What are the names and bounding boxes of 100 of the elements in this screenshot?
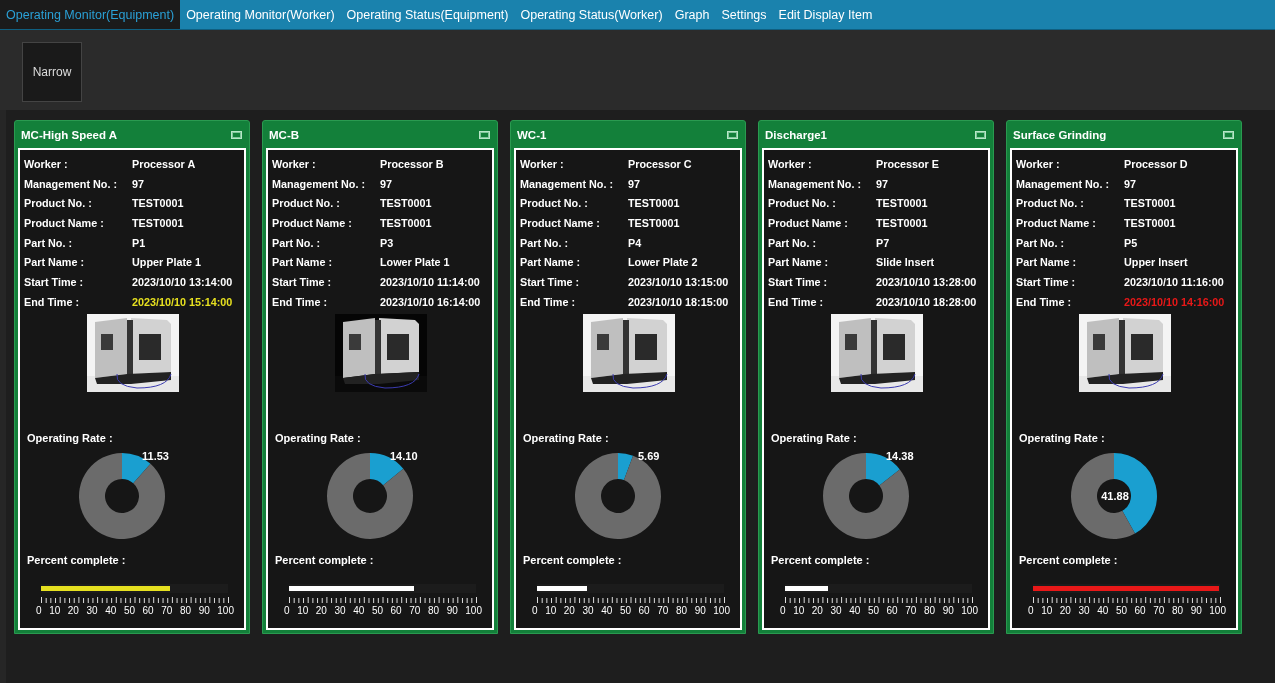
field-value: 2023/10/10 13:14:00 <box>132 275 233 288</box>
window-icon[interactable] <box>1223 130 1234 139</box>
data-label: 11.53 <box>141 449 169 462</box>
field-label: Management No. : <box>520 177 614 190</box>
scale-label: 20 <box>563 604 575 616</box>
field-label: Product No. : <box>24 197 93 210</box>
scale-label: 10 <box>793 604 805 616</box>
field-value: Processor A <box>132 157 196 170</box>
narrow-button[interactable]: Narrow <box>22 42 82 102</box>
field-value: 2023/10/10 15:14:00 <box>132 295 233 308</box>
scale-label: 50 <box>123 604 135 616</box>
section-label: Operating Rate : <box>523 431 610 444</box>
scale-label: 40 <box>601 604 613 616</box>
field-value: TEST0001 <box>1124 216 1176 229</box>
field-label: Part Name : <box>1016 256 1077 269</box>
scale-label: 70 <box>1153 604 1165 616</box>
field-value: TEST0001 <box>380 216 432 229</box>
data-label: 5.69 <box>637 449 659 462</box>
field-label: Product Name : <box>24 216 105 229</box>
scale-label: 80 <box>1171 604 1184 616</box>
scale-label: 100 <box>713 604 730 616</box>
tab[interactable]: Graph <box>668 0 716 29</box>
tab[interactable]: Operating Status(Worker) <box>514 0 669 29</box>
scale-label: 40 <box>353 604 365 616</box>
field-label: Part No. : <box>520 236 569 249</box>
field-value: TEST0001 <box>132 197 184 210</box>
section-label: Percent complete : <box>275 553 375 566</box>
section-label: Percent complete : <box>523 553 623 566</box>
scale-label: 0 <box>36 604 42 616</box>
field-label: Management No. : <box>24 177 118 190</box>
field-label: Start Time : <box>24 275 85 288</box>
field-value: 2023/10/10 13:28:00 <box>876 275 977 288</box>
field-value: 2023/10/10 13:15:00 <box>628 275 729 288</box>
tab[interactable]: Operating Monitor(Worker) <box>180 0 341 29</box>
scale-label: 30 <box>830 604 842 616</box>
window-icon[interactable] <box>727 130 738 139</box>
scale-label: 50 <box>1115 604 1127 616</box>
field-value: TEST0001 <box>132 216 184 229</box>
section-label: Percent complete : <box>1019 553 1119 566</box>
field-value: 2023/10/10 11:14:00 <box>380 275 480 288</box>
scale-label: 60 <box>886 604 898 616</box>
scale-label: 40 <box>105 604 117 616</box>
scale-label: 70 <box>657 604 669 616</box>
scale-label: 30 <box>334 604 346 616</box>
field-label: Part No. : <box>272 236 321 249</box>
section-label: Operating Rate : <box>27 431 114 444</box>
scale-label: 90 <box>694 604 706 616</box>
field-label: Start Time : <box>520 275 581 288</box>
field-value: Processor C <box>628 157 692 170</box>
section-label: Operating Rate : <box>275 431 362 444</box>
scale-label: 100 <box>465 604 482 616</box>
field-label: Worker : <box>1016 157 1061 170</box>
tab[interactable]: Operating Monitor(Equipment) <box>0 0 181 29</box>
scale-label: 100 <box>1209 604 1226 616</box>
window-icon[interactable] <box>231 130 242 139</box>
window-icon[interactable] <box>479 130 490 139</box>
scale-label: 40 <box>1097 604 1109 616</box>
scale-label: 60 <box>142 604 154 616</box>
scale-label: 90 <box>446 604 458 616</box>
scale-label: 80 <box>675 604 688 616</box>
field-value: Slide Insert <box>876 256 935 269</box>
scale-label: 40 <box>849 604 861 616</box>
scale-label: 90 <box>198 604 210 616</box>
scale-label: 20 <box>67 604 79 616</box>
field-value: 97 <box>1124 177 1136 190</box>
tab[interactable]: Edit Display Item <box>772 0 879 29</box>
data-label: 14.38 <box>885 449 914 462</box>
field-value: TEST0001 <box>1124 197 1176 210</box>
field-label: Part No. : <box>24 236 73 249</box>
tab[interactable]: Operating Status(Equipment) <box>340 0 515 29</box>
scale-label: 20 <box>315 604 327 616</box>
field-value: Processor E <box>876 157 939 170</box>
scale-label: 0 <box>532 604 538 616</box>
field-label: Product No. : <box>768 197 837 210</box>
scale-label: 80 <box>427 604 440 616</box>
field-label: End Time : <box>768 295 824 308</box>
card-title: Surface Grinding <box>1013 128 1107 141</box>
scale-label: 100 <box>961 604 978 616</box>
field-label: Part Name : <box>768 256 829 269</box>
field-label: End Time : <box>520 295 576 308</box>
scale-label: 10 <box>297 604 309 616</box>
field-label: Worker : <box>24 157 69 170</box>
field-value: 2023/10/10 14:16:00 <box>1124 295 1225 308</box>
section-label: Operating Rate : <box>771 431 858 444</box>
field-label: Product Name : <box>768 216 849 229</box>
scale-label: 10 <box>1041 604 1053 616</box>
field-value: 2023/10/10 11:16:00 <box>1124 275 1224 288</box>
field-value: TEST0001 <box>628 197 680 210</box>
field-label: Worker : <box>520 157 565 170</box>
field-label: Management No. : <box>768 177 862 190</box>
scale-label: 100 <box>217 604 234 616</box>
field-value: 2023/10/10 18:15:00 <box>628 295 729 308</box>
field-value: Upper Plate 1 <box>132 256 201 269</box>
card-title: MC-High Speed A <box>21 128 118 141</box>
tab[interactable]: Settings <box>715 0 773 29</box>
field-value: TEST0001 <box>628 216 680 229</box>
window-icon[interactable] <box>975 130 986 139</box>
field-value: TEST0001 <box>876 216 928 229</box>
field-value: P1 <box>132 236 146 249</box>
field-label: End Time : <box>272 295 328 308</box>
